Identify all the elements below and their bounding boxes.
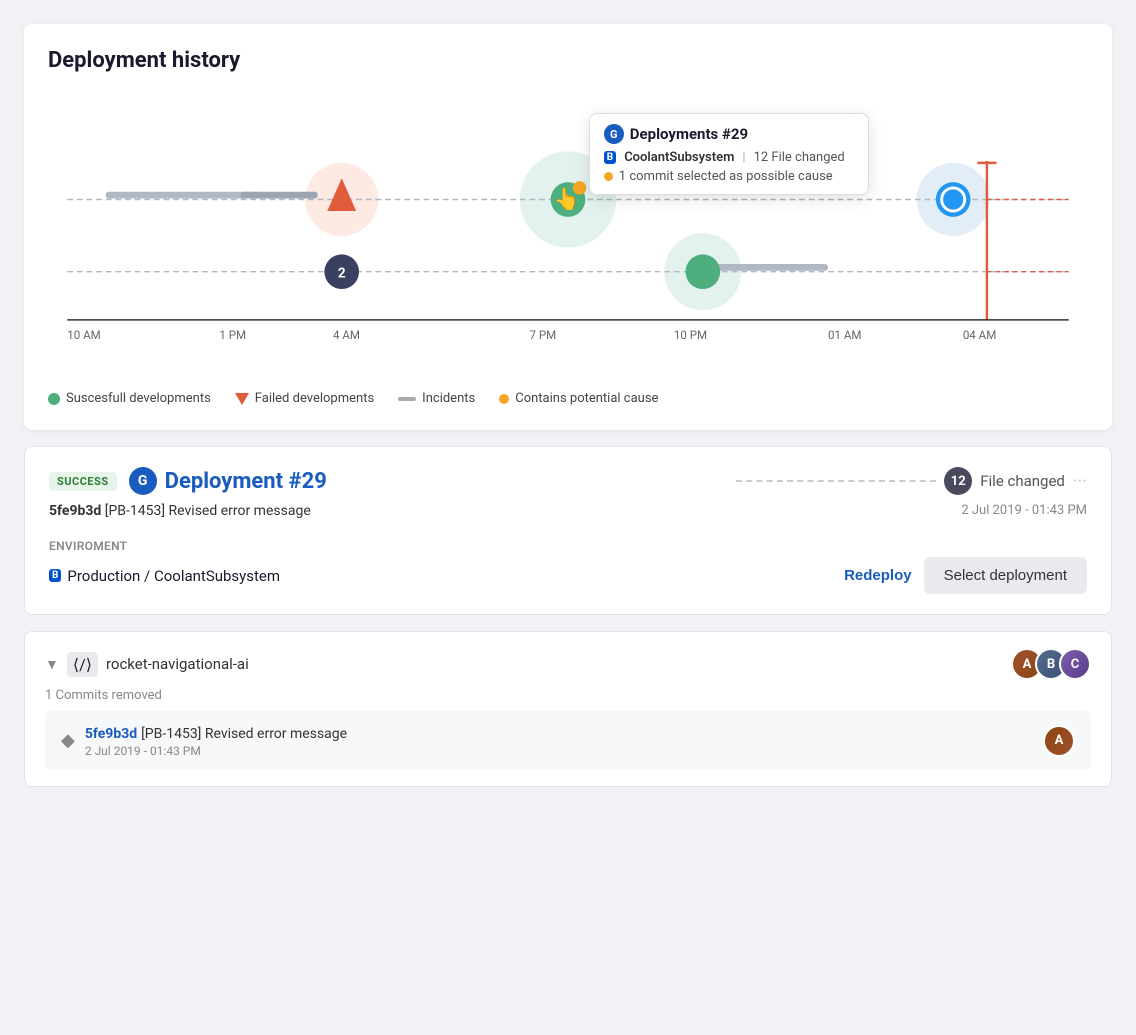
cursor-icon: 👆 bbox=[554, 186, 580, 212]
avatar-3: C bbox=[1059, 648, 1091, 680]
tooltip-service-name: CoolantSubsystem bbox=[624, 150, 734, 165]
legend-cause-label: Contains potential cause bbox=[515, 391, 658, 406]
redeploy-button[interactable]: Redeploy bbox=[844, 567, 912, 584]
legend-failed: Failed developments bbox=[235, 391, 374, 406]
commit-item-avatar: A bbox=[1043, 725, 1075, 757]
tooltip-cause-text: 1 commit selected as possible cause bbox=[619, 169, 833, 184]
page-title: Deployment history bbox=[48, 48, 1088, 73]
legend-incidents-label: Incidents bbox=[422, 391, 475, 406]
deployment-title: G Deployment #29 bbox=[129, 467, 327, 495]
repo-code-icon: ⟨/⟩ bbox=[67, 652, 98, 677]
repo-avatars: A B C bbox=[1019, 648, 1091, 680]
commit-item-line: 5fe9b3d [PB-1453] Revised error message bbox=[85, 723, 347, 742]
commits-removed-label: 1 Commits removed bbox=[45, 688, 1091, 703]
time-label-2: 4 AM bbox=[333, 328, 360, 342]
time-label-6: 04 AM bbox=[963, 328, 996, 342]
ellipsis-icon: ··· bbox=[1073, 471, 1087, 492]
tooltip-service-icon: G bbox=[604, 124, 624, 144]
legend-incidents: Incidents bbox=[398, 391, 475, 406]
time-label-1: 1 PM bbox=[219, 328, 246, 342]
time-label-4: 10 PM bbox=[674, 328, 707, 342]
deployment-title-text: Deployment #29 bbox=[165, 469, 327, 494]
commit-item-hash: 5fe9b3d bbox=[85, 726, 137, 742]
commit-avatar: A bbox=[1043, 725, 1075, 757]
legend-successful-label: Suscesfull developments bbox=[66, 391, 211, 406]
tooltip-service-row: B CoolantSubsystem | 12 File changed bbox=[604, 150, 854, 165]
chart-container: G Deployments #29 B CoolantSubsystem | 1… bbox=[48, 93, 1088, 383]
status-badge: SUCCESS bbox=[49, 472, 117, 491]
number-badge-text: 2 bbox=[338, 265, 346, 281]
repo-header: ▼ ⟨/⟩ rocket-navigational-ai A B C bbox=[45, 648, 1091, 680]
chart-svg: 👆 2 10 AM 1 PM 4 AM 7 PM 10 PM 01 AM bbox=[48, 93, 1088, 383]
incident-bar-1 bbox=[106, 192, 260, 199]
env-actions: Redeploy Select deployment bbox=[844, 557, 1087, 594]
tooltip-files-changed: 12 File changed bbox=[754, 150, 845, 165]
commit-message: [PB-1453] Revised error message bbox=[105, 503, 311, 519]
commit-item: ◆ 5fe9b3d [PB-1453] Revised error messag… bbox=[45, 711, 1091, 770]
file-changed-label: File changed bbox=[980, 472, 1065, 490]
deployment-service-icon: G bbox=[129, 467, 157, 495]
legend-incidents-line bbox=[398, 397, 416, 401]
incident-bar-2 bbox=[241, 192, 318, 199]
incident-bar-3 bbox=[703, 264, 828, 271]
deployment-date: 2 Jul 2019 - 01:43 PM bbox=[961, 503, 1087, 518]
page-container: Deployment history G Deployments #29 B C… bbox=[24, 24, 1112, 787]
commit-item-date: 2 Jul 2019 - 01:43 PM bbox=[85, 744, 347, 758]
tooltip-cause-row: 1 commit selected as possible cause bbox=[604, 169, 854, 184]
repo-name: rocket-navigational-ai bbox=[106, 655, 249, 673]
commit-line: 5fe9b3d [PB-1453] Revised error message … bbox=[49, 503, 1087, 519]
legend-success-dot bbox=[48, 393, 60, 405]
time-label-5: 01 AM bbox=[828, 328, 861, 342]
tooltip-title-text: Deployments #29 bbox=[630, 125, 748, 143]
repo-section: ▼ ⟨/⟩ rocket-navigational-ai A B C 1 Com… bbox=[24, 631, 1112, 787]
deployment-history-card: Deployment history G Deployments #29 B C… bbox=[24, 24, 1112, 430]
time-label-3: 7 PM bbox=[529, 328, 556, 342]
dashed-spacer bbox=[736, 480, 936, 482]
time-label-0: 10 AM bbox=[67, 328, 100, 342]
commit-hash: 5fe9b3d bbox=[49, 503, 101, 519]
deployment-detail-card: SUCCESS G Deployment #29 12 File changed… bbox=[24, 446, 1112, 615]
bitbucket-icon: B bbox=[604, 151, 616, 164]
tooltip-title: G Deployments #29 bbox=[604, 124, 854, 144]
legend-potential-cause: Contains potential cause bbox=[499, 391, 658, 406]
commit-dot-icon: ◆ bbox=[61, 730, 75, 751]
legend-successful: Suscesfull developments bbox=[48, 391, 211, 406]
success-circle-2 bbox=[685, 254, 720, 289]
bitbucket-env-icon: B bbox=[49, 569, 61, 582]
commit-item-msg: [PB-1453] Revised error message bbox=[141, 726, 347, 742]
env-section: Enviroment B Production / CoolantSubsyst… bbox=[49, 539, 1087, 594]
env-row: B Production / CoolantSubsystem Redeploy… bbox=[49, 557, 1087, 594]
select-deployment-button[interactable]: Select deployment bbox=[924, 557, 1087, 594]
deployment-tooltip: G Deployments #29 B CoolantSubsystem | 1… bbox=[589, 113, 869, 195]
collapse-icon[interactable]: ▼ bbox=[45, 656, 59, 673]
commit-item-content: 5fe9b3d [PB-1453] Revised error message … bbox=[85, 723, 347, 758]
orange-dot-icon bbox=[604, 172, 613, 181]
file-count-badge: 12 bbox=[944, 467, 972, 495]
chart-legend: Suscesfull developments Failed developme… bbox=[48, 391, 1088, 406]
deployment-header: SUCCESS G Deployment #29 12 File changed… bbox=[49, 467, 1087, 495]
env-value: B Production / CoolantSubsystem bbox=[49, 567, 280, 585]
env-label: Enviroment bbox=[49, 539, 1087, 553]
legend-orange-dot bbox=[499, 394, 509, 404]
deployment-meta-right: 12 File changed ··· bbox=[736, 467, 1087, 495]
legend-failed-triangle bbox=[235, 393, 249, 405]
env-value-text: Production / CoolantSubsystem bbox=[67, 567, 280, 585]
legend-failed-label: Failed developments bbox=[255, 391, 374, 406]
